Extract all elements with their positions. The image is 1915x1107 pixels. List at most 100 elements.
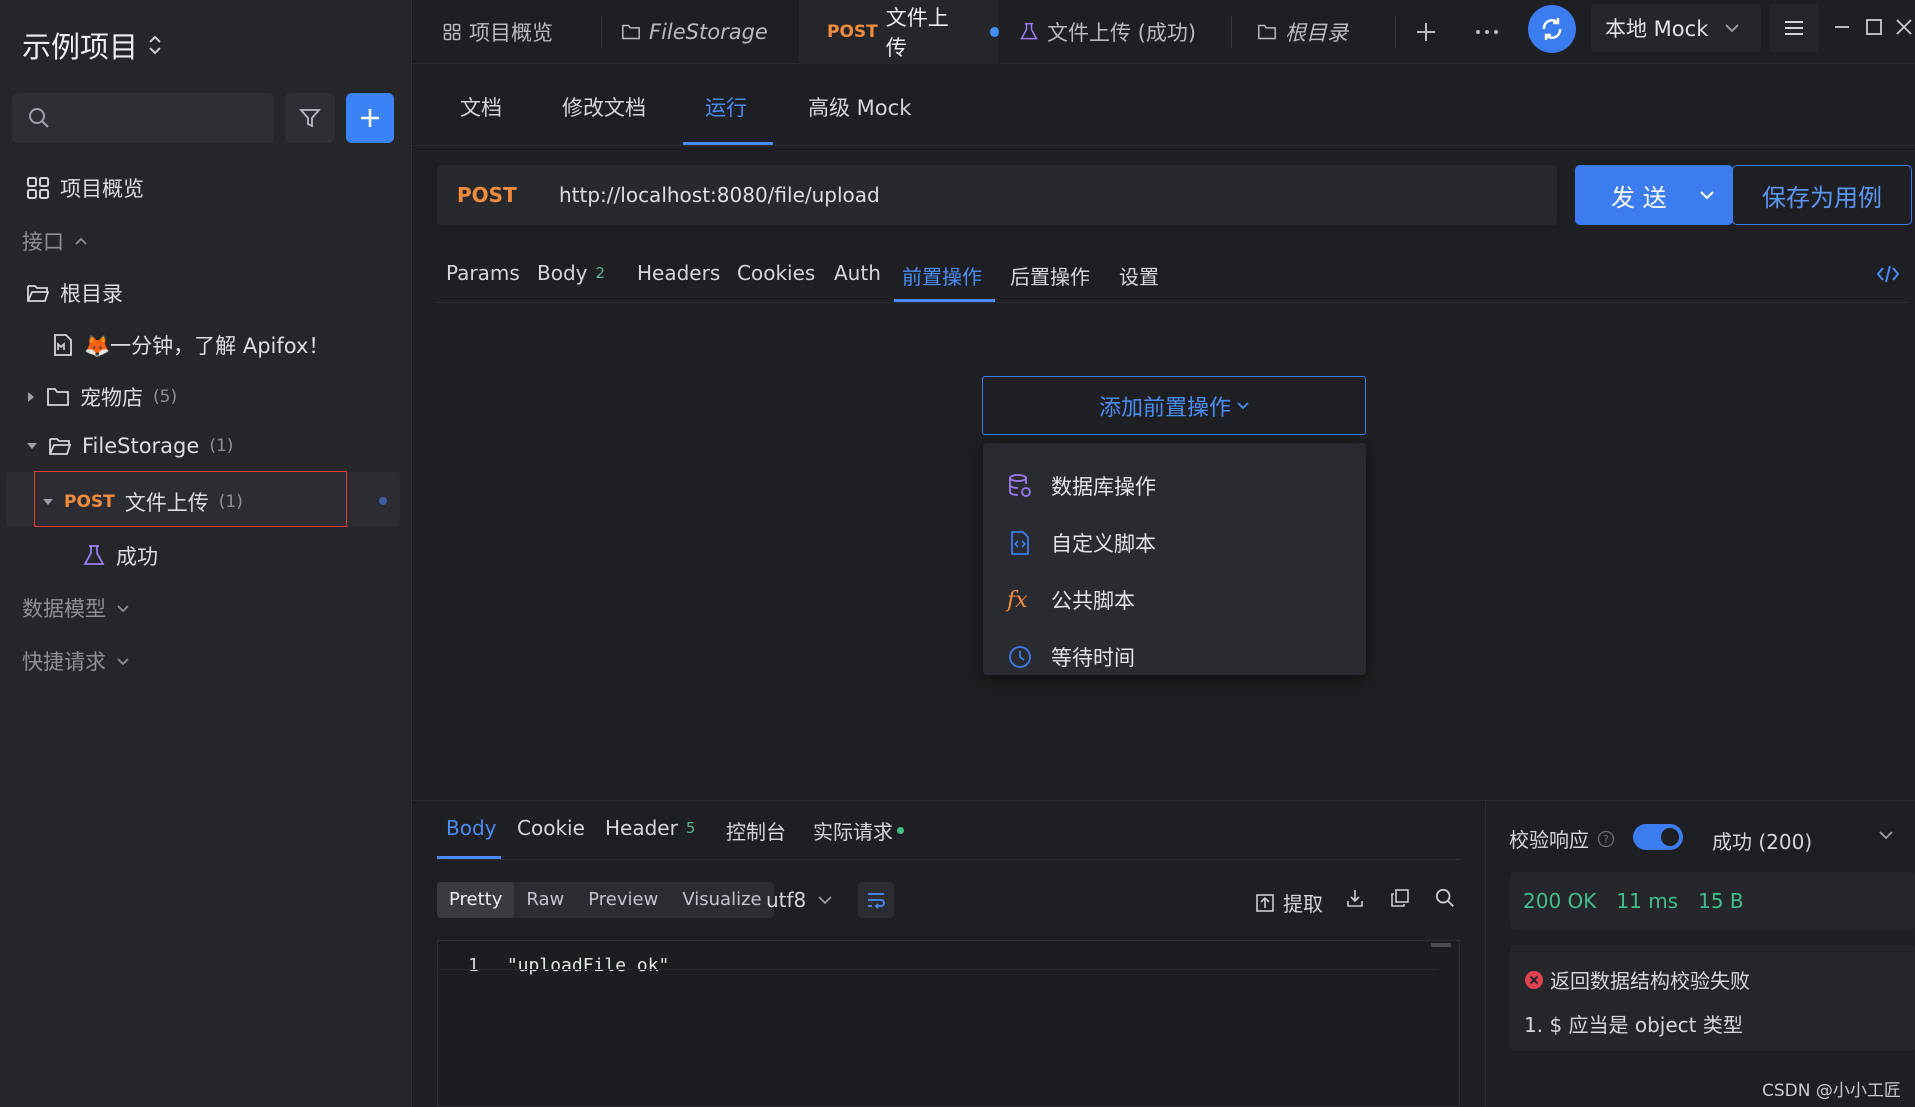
menu-item-label: 自定义脚本 [1051, 532, 1156, 556]
tab-pre-operations[interactable]: 前置操作 [902, 261, 982, 290]
folder-icon [47, 388, 69, 406]
encoding-label: utf8 [766, 888, 807, 912]
sidebar-section-data-model[interactable]: 数据模型 [22, 593, 130, 623]
tab-params[interactable]: Params [446, 261, 520, 285]
resp-tab-body[interactable]: Body [446, 816, 497, 840]
chevron-down-icon[interactable] [1699, 190, 1715, 200]
menu-item-label: 数据库操作 [1051, 475, 1156, 499]
menu-item-label: 公共脚本 [1051, 589, 1135, 613]
validation-error-box: 返回数据结构校验失败 1. $ 应当是 object 类型 [1510, 945, 1915, 1051]
tab-upload-success[interactable]: 文件上传 (成功) [1019, 0, 1196, 64]
resp-tab-header[interactable]: Header 5 [605, 816, 695, 840]
sidebar-section-api[interactable]: 接口 [22, 226, 88, 256]
menu-item-database[interactable]: 数据库操作 [1007, 471, 1156, 501]
mode-pretty[interactable]: Pretty [437, 882, 515, 918]
tab-auth[interactable]: Auth [834, 261, 881, 285]
tab-advanced-mock[interactable]: 高级 Mock [808, 92, 911, 122]
add-pre-operation-button[interactable]: 添加前置操作 [982, 376, 1366, 435]
chevron-down-icon [117, 658, 129, 666]
tab-body[interactable]: Body 2 [537, 261, 605, 285]
tab-settings[interactable]: 设置 [1119, 261, 1159, 290]
wrap-lines-icon [868, 893, 885, 909]
sidebar-item-root[interactable]: 根目录 [26, 278, 123, 308]
scrollbar[interactable] [1431, 943, 1451, 947]
sidebar-section-quick-request[interactable]: 快捷请求 [22, 646, 130, 676]
database-icon [1009, 474, 1031, 497]
error-icon [1525, 970, 1543, 989]
send-label: 发 送 [1611, 183, 1667, 212]
method-select[interactable]: POST [457, 183, 547, 207]
tab-edit-docs[interactable]: 修改文档 [562, 92, 646, 122]
method-badge: POST [827, 22, 878, 42]
tab-headers[interactable]: Headers [637, 261, 720, 285]
add-button[interactable] [346, 93, 394, 143]
tab-post-operations[interactable]: 后置操作 [1010, 261, 1090, 290]
search-response-button[interactable] [1435, 888, 1455, 908]
verify-toggle[interactable] [1633, 824, 1683, 850]
verify-response-label: 校验响应 ? [1509, 824, 1615, 853]
environment-label: 本地 Mock [1605, 17, 1709, 41]
menu-button[interactable] [1769, 4, 1819, 52]
menu-item-public-script[interactable]: fx 公共脚本 [1007, 585, 1135, 615]
sidebar-search[interactable] [12, 93, 274, 143]
verify-result-select[interactable]: 成功 (200) [1712, 826, 1812, 855]
close-button[interactable] [1895, 18, 1913, 36]
unsaved-dot-icon [379, 497, 387, 505]
sync-button[interactable] [1528, 5, 1576, 53]
search-input[interactable] [62, 106, 262, 130]
extract-button[interactable]: 提取 [1255, 888, 1323, 917]
wrap-toggle-button[interactable] [858, 882, 894, 918]
verify-dropdown[interactable] [1878, 830, 1894, 840]
environment-select[interactable]: 本地 Mock [1591, 4, 1761, 52]
project-switcher[interactable]: 示例项目 [22, 24, 162, 66]
response-body-viewer[interactable]: 1 "uploadFile ok" [437, 940, 1460, 1107]
api-case-count: (1) [218, 492, 243, 512]
tab-filestorage[interactable]: FileStorage [621, 0, 768, 64]
menu-item-custom-script[interactable]: 自定义脚本 [1007, 528, 1156, 558]
grid-icon [443, 23, 461, 41]
tab-project-overview[interactable]: 项目概览 [443, 0, 553, 64]
maximize-button[interactable] [1865, 18, 1883, 36]
extract-icon [1256, 893, 1274, 912]
tab-docs[interactable]: 文档 [460, 92, 502, 122]
more-tabs-button[interactable] [1475, 0, 1499, 64]
sidebar-item-case-success[interactable]: 成功 [82, 541, 158, 571]
tab-label: Body [537, 261, 588, 285]
new-tab-button[interactable] [1415, 0, 1437, 64]
resp-tab-console[interactable]: 控制台 [726, 816, 786, 845]
mode-visualize[interactable]: Visualize [670, 882, 773, 918]
status-code: 200 OK [1523, 889, 1597, 913]
tab-post-upload[interactable]: POST 文件上传 [799, 0, 999, 64]
mode-preview[interactable]: Preview [576, 882, 670, 918]
resp-tab-cookie[interactable]: Cookie [517, 816, 585, 840]
tab-root[interactable]: 根目录 [1257, 0, 1348, 64]
mode-raw[interactable]: Raw [514, 882, 576, 918]
save-as-case-button[interactable]: 保存为用例 [1732, 165, 1912, 225]
copy-button[interactable] [1390, 888, 1410, 908]
send-button[interactable]: 发 送 [1575, 165, 1733, 225]
sidebar-item-api-upload[interactable]: POST 文件上传 (1) [42, 487, 243, 517]
url-input[interactable]: http://localhost:8080/file/upload [559, 183, 880, 207]
filter-button[interactable] [285, 93, 335, 143]
resp-tab-actual-request[interactable]: 实际请求 [813, 816, 904, 845]
code-icon [1876, 265, 1900, 283]
sidebar-folder-petstore[interactable]: 宠物店 (5) [26, 382, 177, 412]
minimize-button[interactable] [1833, 18, 1851, 36]
chevron-down-icon [818, 895, 832, 904]
copy-icon [1391, 889, 1409, 907]
tab-cookies[interactable]: Cookies [737, 261, 815, 285]
sidebar-item-label: 项目概览 [60, 177, 144, 201]
tab-run[interactable]: 运行 [705, 92, 747, 122]
download-button[interactable] [1345, 888, 1365, 908]
menu-item-wait-time[interactable]: 等待时间 [1007, 642, 1135, 672]
sidebar-folder-filestorage[interactable]: FileStorage (1) [26, 434, 233, 458]
code-gen-button[interactable] [1876, 264, 1900, 284]
pre-operation-menu: 数据库操作 自定义脚本 fx 公共脚本 等待时间 [983, 443, 1366, 675]
folder-count: (5) [153, 387, 178, 407]
tab-label: 项目概览 [469, 21, 553, 45]
sidebar-item-overview[interactable]: 项目概览 [26, 173, 144, 203]
help-icon[interactable]: ? [1597, 830, 1615, 848]
encoding-select[interactable]: utf8 [766, 888, 832, 912]
sidebar-item-doc[interactable]: 🦊一分钟，了解 Apifox！ [52, 330, 329, 360]
chevron-updown-icon [149, 35, 161, 55]
